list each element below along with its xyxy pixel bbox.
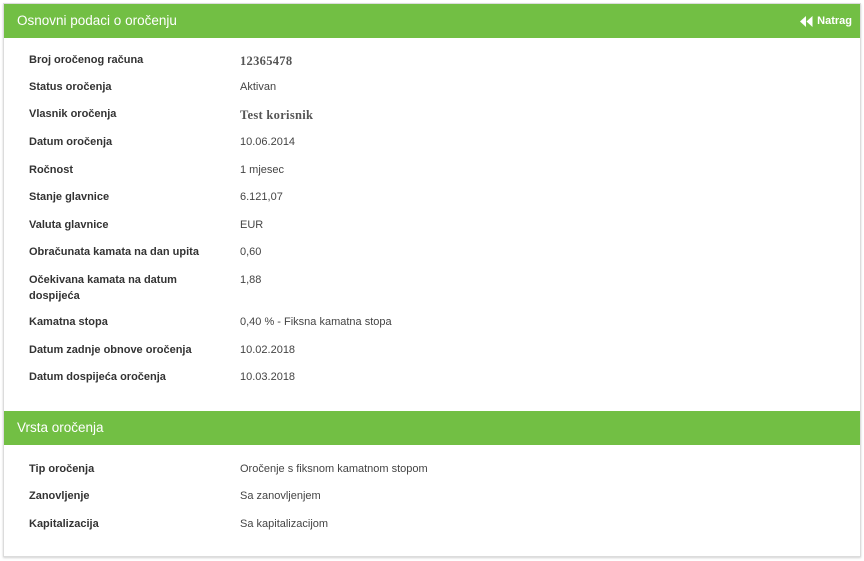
row-label: Zanovljenje [29,490,90,502]
section-header-deposit-type: Vrsta oročenja [4,411,860,445]
row-label: Status oročenja [29,81,112,93]
deposit-details-card: Osnovni podaci o oročenju Natrag Broj or… [3,3,861,557]
row-value: Oročenje s fiksnom kamatnom stopom [240,463,428,475]
section-title-basic-info: Osnovni podaci o oročenju [17,13,177,28]
row-label: Datum oročenja [29,136,113,148]
row-value: 0,40 % - Fiksna kamatna stopa [240,316,392,328]
section-title-deposit-type: Vrsta oročenja [17,420,104,435]
row-value: Aktivan [240,81,277,93]
row-value: 1 mjesec [240,164,285,176]
row-value: Test korisnik [240,108,314,122]
row-value: 10.03.2018 [240,371,296,383]
back-button[interactable]: Natrag [800,13,852,29]
row-label: Stanje glavnice [29,191,110,203]
row-value: 6.121,07 [240,191,283,203]
row-value: EUR [240,219,264,231]
row-label: Ročnost [29,164,73,176]
back-button-label: Natrag [817,15,852,27]
row-label: Valuta glavnice [29,219,109,231]
row-value: 10.06.2014 [240,136,296,148]
section-header-basic-info: Osnovni podaci o oročenju Natrag [4,4,860,38]
row-value: Sa zanovljenjem [240,490,321,502]
row-label: Vlasnik oročenja [29,108,117,120]
row-label: Kapitalizacija [29,518,99,530]
row-label: Kamatna stopa [29,316,108,328]
row-value: 10.02.2018 [240,344,296,356]
row-value: 1,88 [240,274,262,286]
row-label: Datum zadnje obnove oročenja [29,344,192,356]
row-value: Sa kapitalizacijom [240,518,329,530]
row-value: 12365478 [240,54,293,68]
row-label: Broj oročenog računa [29,54,144,66]
row-label: Tip oročenja [29,463,95,475]
double-chevron-left-icon [800,15,813,27]
row-label: Očekivana kamata na datum dospijeća [29,274,177,302]
row-label: Datum dospijeća oročenja [29,371,166,383]
row-label: Obračunata kamata na dan upita [29,246,199,258]
row-value: 0,60 [240,246,262,258]
